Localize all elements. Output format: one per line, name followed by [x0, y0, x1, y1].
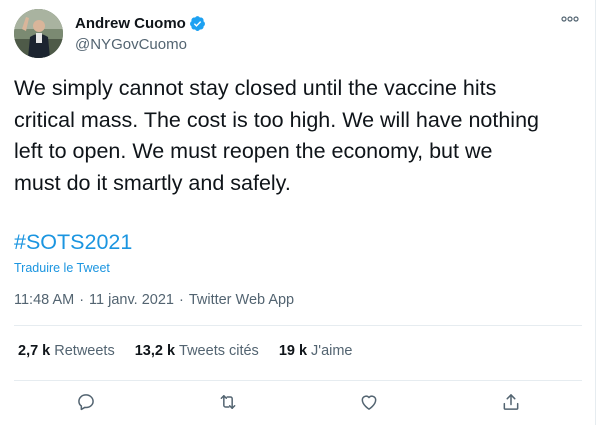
more-options-icon[interactable]	[558, 9, 582, 29]
divider	[14, 380, 582, 381]
author-info: Andrew Cuomo @NYGovCuomo	[75, 13, 206, 53]
share-icon[interactable]	[497, 388, 525, 416]
retweets-label: Retweets	[54, 343, 115, 359]
likes-label: J'aime	[311, 343, 353, 359]
tweet-date[interactable]: 11 janv. 2021	[89, 292, 174, 308]
tweet-meta: 11:48 AM · 11 janv. 2021 · Twitter Web A…	[14, 292, 294, 308]
retweet-icon[interactable]	[214, 388, 242, 416]
meta-separator: ·	[79, 292, 85, 308]
tweet-stats: 2,7 k Retweets 13,2 k Tweets cités 19 k J'a…	[18, 343, 373, 359]
tweet-time[interactable]: 11:48 AM	[14, 292, 74, 308]
verified-badge-icon	[189, 15, 206, 32]
tweet-text: We simply cannot stay closed until the v…	[14, 76, 539, 195]
tweet-client[interactable]: Twitter Web App	[189, 292, 294, 308]
reply-icon[interactable]	[72, 388, 100, 416]
quotes-stat[interactable]: 13,2 k Tweets cités	[135, 343, 259, 359]
meta-separator: ·	[178, 292, 184, 308]
likes-stat[interactable]: 19 k J'aime	[279, 343, 353, 359]
display-name[interactable]: Andrew Cuomo	[75, 15, 186, 32]
tweet-actions	[14, 388, 582, 416]
quotes-label: Tweets cités	[179, 343, 259, 359]
name-row: Andrew Cuomo	[75, 13, 206, 33]
retweets-stat[interactable]: 2,7 k Retweets	[18, 343, 115, 359]
user-handle[interactable]: @NYGovCuomo	[75, 36, 206, 53]
retweets-count: 2,7 k	[18, 343, 51, 359]
profile-photo	[14, 9, 63, 58]
avatar[interactable]	[14, 9, 63, 58]
likes-count: 19 k	[278, 343, 308, 359]
quotes-count: 13,2 k	[134, 343, 176, 359]
like-icon[interactable]	[355, 388, 383, 416]
hashtag-link[interactable]: #SOTS2021	[14, 227, 132, 259]
tweet-card: Andrew Cuomo @NYGovCuomo We simply canno…	[0, 0, 596, 425]
translate-link[interactable]: Traduire le Tweet	[14, 261, 110, 275]
divider	[14, 325, 582, 326]
tweet-header: Andrew Cuomo @NYGovCuomo	[14, 9, 582, 59]
